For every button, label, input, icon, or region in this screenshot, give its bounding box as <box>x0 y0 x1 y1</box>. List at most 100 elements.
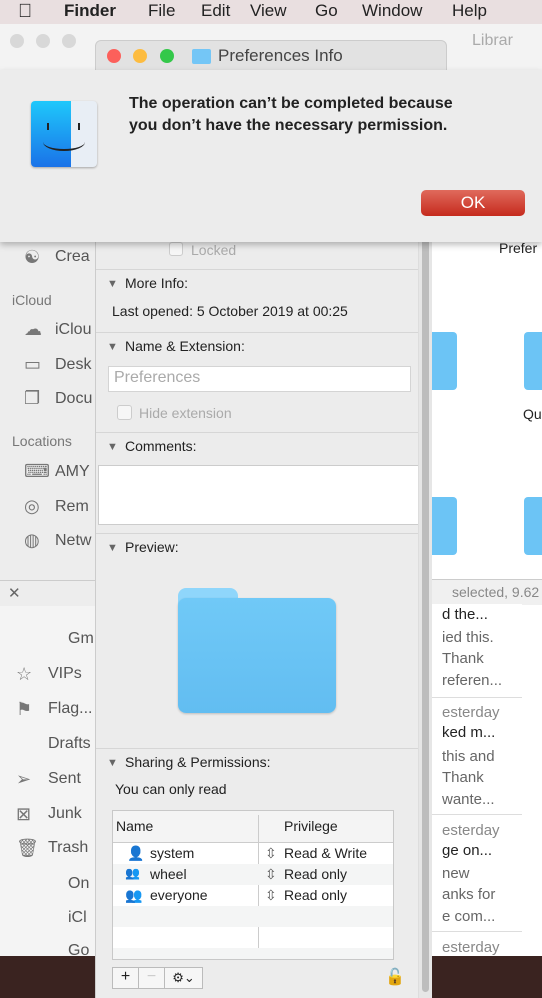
add-permission-button[interactable]: + <box>113 968 139 988</box>
alert-sheet: The operation can’t be completed because… <box>0 70 542 242</box>
locked-label: Locked <box>191 242 237 258</box>
disclosure-triangle-icon[interactable]: ▼ <box>107 441 118 453</box>
message-date[interactable]: esterday <box>442 939 500 956</box>
disclosure-triangle-icon[interactable]: ▼ <box>107 278 118 290</box>
mailbox-flagged[interactable]: Flag... <box>48 700 92 718</box>
message-preview[interactable]: d the... <box>442 606 488 623</box>
folder-icon[interactable] <box>524 497 542 555</box>
zoom-button[interactable] <box>160 49 174 63</box>
menu-finder[interactable]: Finder <box>64 1 116 21</box>
sidebar-item-icloud-drive[interactable]: iClou <box>55 321 91 339</box>
privilege-popup[interactable]: Read only <box>284 887 347 903</box>
remote-disc-icon: ◎ <box>24 496 40 516</box>
message-subject[interactable]: ked m... <box>442 724 495 741</box>
message-date[interactable]: esterday <box>442 822 500 839</box>
locked-checkbox[interactable] <box>169 242 183 256</box>
disclosure-triangle-icon[interactable]: ▼ <box>107 542 118 554</box>
disclosure-triangle-icon[interactable]: ▼ <box>107 341 118 353</box>
hide-extension-checkbox[interactable] <box>117 405 132 420</box>
minimize-button-inactive[interactable] <box>36 34 50 48</box>
apple-menu-icon[interactable]:  <box>18 1 32 23</box>
message-date[interactable]: esterday <box>442 704 500 721</box>
comments-field[interactable] <box>98 465 423 525</box>
privilege-popup[interactable]: Read only <box>284 866 347 882</box>
message-preview[interactable]: new <box>442 865 470 882</box>
sidebar-item-remote-disc[interactable]: Rem <box>55 498 89 516</box>
message-preview[interactable]: Thank <box>442 769 484 786</box>
minimize-button[interactable] <box>133 49 147 63</box>
privilege-popup[interactable]: Read & Write <box>284 845 367 861</box>
folder-icon[interactable] <box>432 332 457 390</box>
disclosure-triangle-icon[interactable]: ▼ <box>107 757 118 769</box>
folder-icon[interactable] <box>432 497 457 555</box>
finder-path-title: Librar <box>472 32 513 49</box>
message-preview[interactable]: e com... <box>442 908 495 925</box>
section-sharing-permissions[interactable]: Sharing & Permissions: <box>125 754 271 770</box>
section-comments[interactable]: Comments: <box>125 438 197 454</box>
message-preview[interactable]: referen... <box>442 672 502 689</box>
mailbox-trash[interactable]: Trash <box>48 839 88 857</box>
message-preview[interactable]: ied this. <box>442 629 494 646</box>
lock-icon[interactable]: 🔓 <box>385 967 405 987</box>
message-subject[interactable]: ge on... <box>442 842 492 859</box>
mail-message-list: d the... ied this. Thank referen... este… <box>432 604 522 956</box>
menu-edit[interactable]: Edit <box>201 1 230 21</box>
menu-window[interactable]: Window <box>362 1 422 21</box>
sidebar-item-creative-cloud[interactable]: Crea <box>55 248 90 266</box>
mailbox-trash-google[interactable]: Go <box>68 942 89 960</box>
sidebar-header-icloud: iCloud <box>12 292 52 308</box>
column-header-name[interactable]: Name <box>116 818 153 834</box>
menu-file[interactable]: File <box>148 1 175 21</box>
sidebar-item-amy[interactable]: AMY <box>55 463 90 481</box>
message-preview[interactable]: wante... <box>442 791 495 808</box>
finder-sidebar: ☯ Crea iCloud ☁ iClou ▭ Desk ❐ Docu Loca… <box>0 242 95 959</box>
gear-menu-button[interactable]: ⚙⌄ <box>165 968 202 988</box>
mailbox-drafts[interactable]: Drafts <box>48 735 91 753</box>
message-preview[interactable]: anks for <box>442 886 495 903</box>
updown-icon[interactable]: ⇳ <box>265 845 277 862</box>
group-icon: 👥 <box>125 866 140 880</box>
tools-icon[interactable]: ✕ <box>8 584 21 602</box>
desktop-icon: ▭ <box>24 354 42 374</box>
remove-permission-button[interactable]: − <box>139 968 165 988</box>
mailbox-trash-icloud[interactable]: iCl <box>68 909 87 927</box>
updown-icon[interactable]: ⇳ <box>265 887 277 904</box>
section-more-info[interactable]: More Info: <box>125 275 188 291</box>
column-header-privilege[interactable]: Privilege <box>284 818 338 834</box>
permission-row[interactable]: 👥 everyone ⇳ Read only <box>113 885 393 906</box>
paper-plane-icon: ➢ <box>16 769 32 789</box>
mailbox-sent[interactable]: Sent <box>48 770 81 788</box>
permission-status: You can only read <box>115 781 227 797</box>
mailbox-vips[interactable]: VIPs <box>48 665 82 683</box>
section-preview[interactable]: Preview: <box>125 539 179 555</box>
section-name-extension[interactable]: Name & Extension: <box>125 338 245 354</box>
mailbox-trash-on[interactable]: On <box>68 875 89 893</box>
hide-extension-label: Hide extension <box>139 405 232 421</box>
junk-icon: ⊠ <box>16 804 32 824</box>
menu-go[interactable]: Go <box>315 1 338 21</box>
alert-message-line2: you don’t have the necessary permission. <box>129 117 448 134</box>
sidebar-item-network[interactable]: Netw <box>55 532 91 550</box>
ok-button[interactable]: OK <box>421 190 525 216</box>
sidebar-item-desktop[interactable]: Desk <box>55 356 91 374</box>
permission-row[interactable]: 👤 system ⇳ Read & Write <box>113 843 393 864</box>
sidebar-item-documents[interactable]: Docu <box>55 390 92 408</box>
zoom-button-inactive[interactable] <box>62 34 76 48</box>
close-button[interactable] <box>107 49 121 63</box>
mail-sidebar: Gm VIPs Flag... Drafts Sent Junk Trash O… <box>0 606 95 959</box>
permission-row[interactable]: 👥 wheel ⇳ Read only <box>113 864 393 885</box>
message-preview[interactable]: this and <box>442 748 495 765</box>
menu-view[interactable]: View <box>250 1 287 21</box>
close-button-inactive[interactable] <box>10 34 24 48</box>
name-field[interactable]: Preferences <box>108 366 411 392</box>
file-label-preferences[interactable]: Prefer <box>499 242 537 256</box>
mailbox-gmail[interactable]: Gm <box>68 630 94 648</box>
mailbox-junk[interactable]: Junk <box>48 805 82 823</box>
folder-icon[interactable] <box>524 332 542 390</box>
flag-icon: ⚑ <box>16 699 33 719</box>
message-preview[interactable]: Thank <box>442 650 484 667</box>
menu-help[interactable]: Help <box>452 1 487 21</box>
finder-content: Prefer Qu selected, 9.62 d the... ied th… <box>432 242 542 956</box>
updown-icon[interactable]: ⇳ <box>265 866 277 883</box>
file-label-q[interactable]: Qu <box>523 406 542 422</box>
